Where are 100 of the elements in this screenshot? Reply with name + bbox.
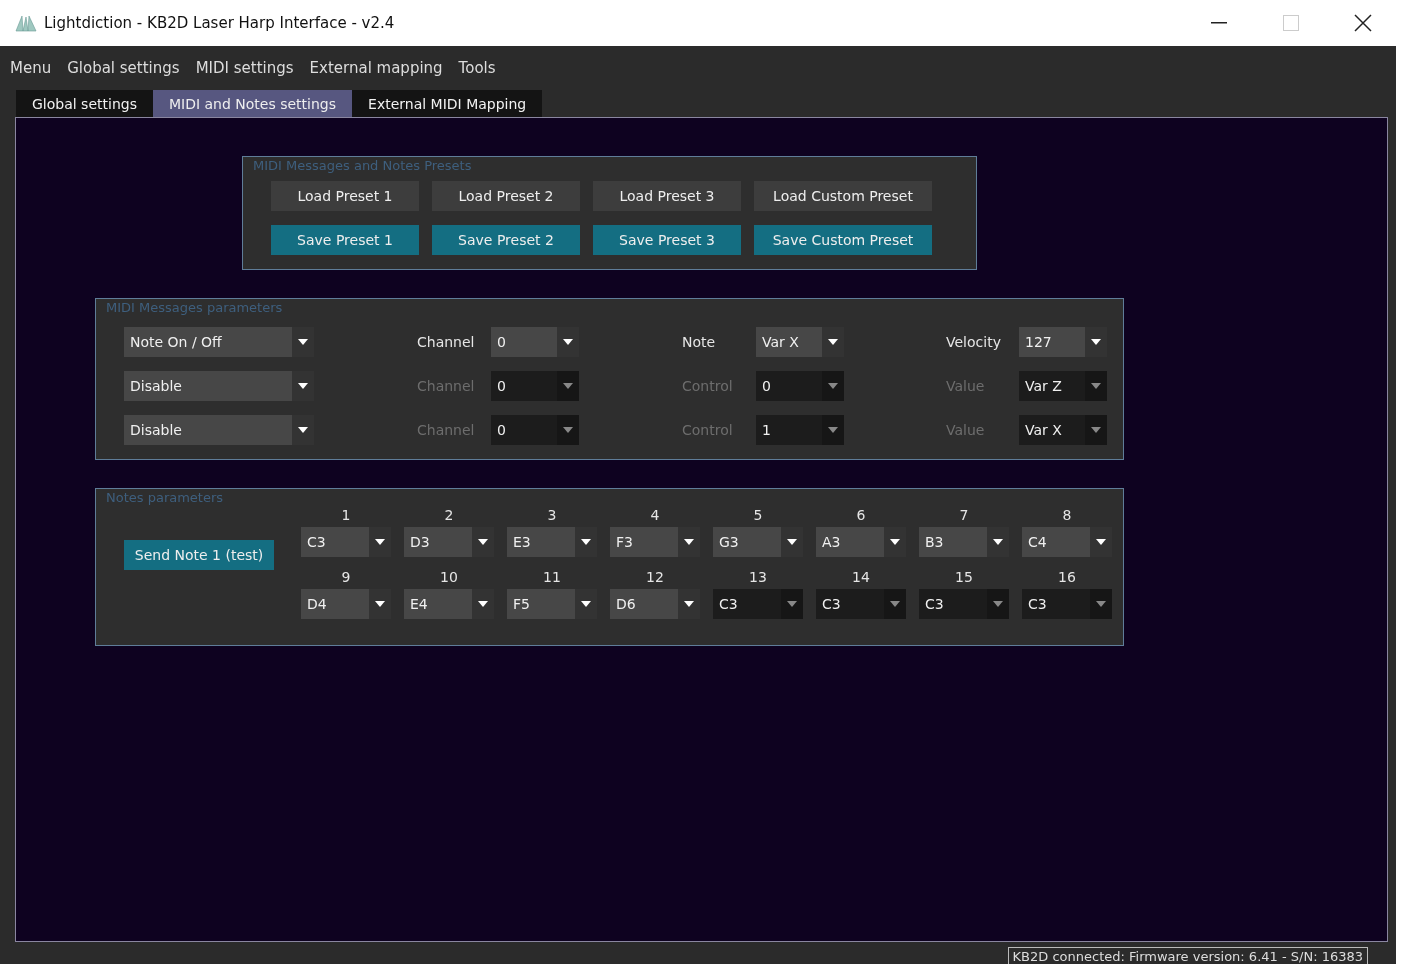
load-preset-button[interactable]: Load Custom Preset bbox=[754, 181, 932, 211]
note-dropdown[interactable]: F5 bbox=[507, 589, 597, 619]
message-type-dropdown[interactable]: Note On / Off bbox=[124, 327, 314, 357]
parameter-dropdown[interactable]: 0 bbox=[756, 371, 844, 401]
dropdown-arrow-icon bbox=[1091, 383, 1101, 389]
dropdown-arrow-icon bbox=[828, 427, 838, 433]
parameter-dropdown[interactable]: Var X bbox=[1019, 415, 1107, 445]
dropdown-arrow-icon bbox=[375, 539, 385, 545]
note-dropdown[interactable]: D4 bbox=[301, 589, 391, 619]
note-number: 10 bbox=[440, 569, 458, 585]
tab[interactable]: Global settings bbox=[16, 90, 153, 117]
menu-item[interactable]: External mapping bbox=[301, 59, 451, 77]
dropdown-arrow-icon bbox=[993, 539, 1003, 545]
dropdown-arrow-icon bbox=[1096, 539, 1106, 545]
window-title: Lightdiction - KB2D Laser Harp Interface - v2.4 bbox=[44, 14, 396, 32]
menu-item[interactable]: Tools bbox=[450, 59, 504, 77]
note-dropdown[interactable]: B3 bbox=[919, 527, 1009, 557]
field-label: Velocity bbox=[945, 334, 1002, 350]
group-title: MIDI Messages parameters bbox=[105, 299, 284, 315]
note-dropdown[interactable]: C3 bbox=[1022, 589, 1112, 619]
note-dropdown[interactable]: G3 bbox=[713, 527, 803, 557]
dropdown-arrow-icon bbox=[563, 383, 573, 389]
field-label: Note bbox=[681, 334, 717, 350]
note-number: 12 bbox=[646, 569, 664, 585]
group-title: MIDI Messages and Notes Presets bbox=[252, 157, 473, 173]
note-number: 7 bbox=[959, 507, 969, 523]
note-number: 13 bbox=[749, 569, 767, 585]
dropdown-arrow-icon bbox=[298, 339, 308, 345]
note-number: 2 bbox=[444, 507, 454, 523]
menu-item[interactable]: Global settings bbox=[59, 59, 188, 77]
dropdown-arrow-icon bbox=[828, 383, 838, 389]
dropdown-arrow-icon bbox=[581, 601, 591, 607]
note-number: 9 bbox=[341, 569, 351, 585]
save-preset-button[interactable]: Save Preset 1 bbox=[271, 225, 419, 255]
note-dropdown[interactable]: E3 bbox=[507, 527, 597, 557]
dropdown-arrow-icon bbox=[890, 601, 900, 607]
dropdown-arrow-icon bbox=[1091, 339, 1101, 345]
load-preset-button[interactable]: Load Preset 1 bbox=[271, 181, 419, 211]
menu-item[interactable]: Menu bbox=[2, 59, 60, 77]
message-type-dropdown[interactable]: Disable bbox=[124, 415, 314, 445]
note-number: 8 bbox=[1062, 507, 1072, 523]
parameter-dropdown[interactable]: 1 bbox=[756, 415, 844, 445]
status-text: KB2D connected: Firmware version: 6.41 - S/N: 16383 bbox=[1007, 947, 1368, 964]
save-preset-button[interactable]: Save Preset 2 bbox=[432, 225, 580, 255]
note-dropdown[interactable]: C3 bbox=[713, 589, 803, 619]
parameter-dropdown[interactable]: Var X bbox=[756, 327, 844, 357]
dropdown-arrow-icon bbox=[563, 339, 573, 345]
dropdown-arrow-icon bbox=[563, 427, 573, 433]
tab[interactable]: External MIDI Mapping bbox=[352, 90, 543, 117]
dropdown-arrow-icon bbox=[581, 539, 591, 545]
note-number: 11 bbox=[543, 569, 561, 585]
dropdown-arrow-icon bbox=[787, 601, 797, 607]
menu-item[interactable]: MIDI settings bbox=[187, 59, 302, 77]
dropdown-arrow-icon bbox=[478, 539, 488, 545]
field-label: Value bbox=[945, 378, 986, 394]
field-label: Channel bbox=[416, 334, 476, 350]
note-number: 14 bbox=[852, 569, 870, 585]
note-dropdown[interactable]: E4 bbox=[404, 589, 494, 619]
send-test-note-button[interactable]: Send Note 1 (test) bbox=[124, 540, 274, 570]
parameter-dropdown[interactable]: Var Z bbox=[1019, 371, 1107, 401]
note-number: 16 bbox=[1058, 569, 1076, 585]
load-preset-button[interactable]: Load Preset 3 bbox=[593, 181, 741, 211]
note-dropdown[interactable]: C3 bbox=[301, 527, 391, 557]
dropdown-arrow-icon bbox=[993, 601, 1003, 607]
parameter-dropdown[interactable]: 127 bbox=[1019, 327, 1107, 357]
note-dropdown[interactable]: C4 bbox=[1022, 527, 1112, 557]
minimize-icon bbox=[1211, 22, 1227, 24]
message-type-dropdown[interactable]: Disable bbox=[124, 371, 314, 401]
dropdown-arrow-icon bbox=[787, 539, 797, 545]
note-number: 3 bbox=[547, 507, 557, 523]
field-label: Value bbox=[945, 422, 986, 438]
load-preset-button[interactable]: Load Preset 2 bbox=[432, 181, 580, 211]
dropdown-arrow-icon bbox=[298, 383, 308, 389]
field-label: Channel bbox=[416, 378, 476, 394]
maximize-icon bbox=[1283, 15, 1299, 31]
parameter-dropdown[interactable]: 0 bbox=[491, 371, 579, 401]
note-dropdown[interactable]: C3 bbox=[919, 589, 1009, 619]
dropdown-arrow-icon bbox=[684, 539, 694, 545]
dropdown-arrow-icon bbox=[1091, 427, 1101, 433]
parameter-dropdown[interactable]: 0 bbox=[491, 327, 579, 357]
parameter-dropdown[interactable]: 0 bbox=[491, 415, 579, 445]
save-preset-button[interactable]: Save Custom Preset bbox=[754, 225, 932, 255]
note-dropdown[interactable]: C3 bbox=[816, 589, 906, 619]
dropdown-arrow-icon bbox=[1096, 601, 1106, 607]
save-preset-button[interactable]: Save Preset 3 bbox=[593, 225, 741, 255]
close-icon bbox=[1354, 14, 1372, 32]
tab[interactable]: MIDI and Notes settings bbox=[152, 90, 353, 117]
app-logo-icon bbox=[14, 14, 38, 32]
note-number: 6 bbox=[856, 507, 866, 523]
note-number: 15 bbox=[955, 569, 973, 585]
note-dropdown[interactable]: F3 bbox=[610, 527, 700, 557]
note-dropdown[interactable]: D3 bbox=[404, 527, 494, 557]
group-title: Notes parameters bbox=[105, 489, 225, 505]
dropdown-arrow-icon bbox=[375, 601, 385, 607]
note-dropdown[interactable]: A3 bbox=[816, 527, 906, 557]
note-number: 1 bbox=[341, 507, 351, 523]
field-label: Control bbox=[681, 422, 734, 438]
note-dropdown[interactable]: D6 bbox=[610, 589, 700, 619]
field-label: Channel bbox=[416, 422, 476, 438]
field-label: Control bbox=[681, 378, 734, 394]
